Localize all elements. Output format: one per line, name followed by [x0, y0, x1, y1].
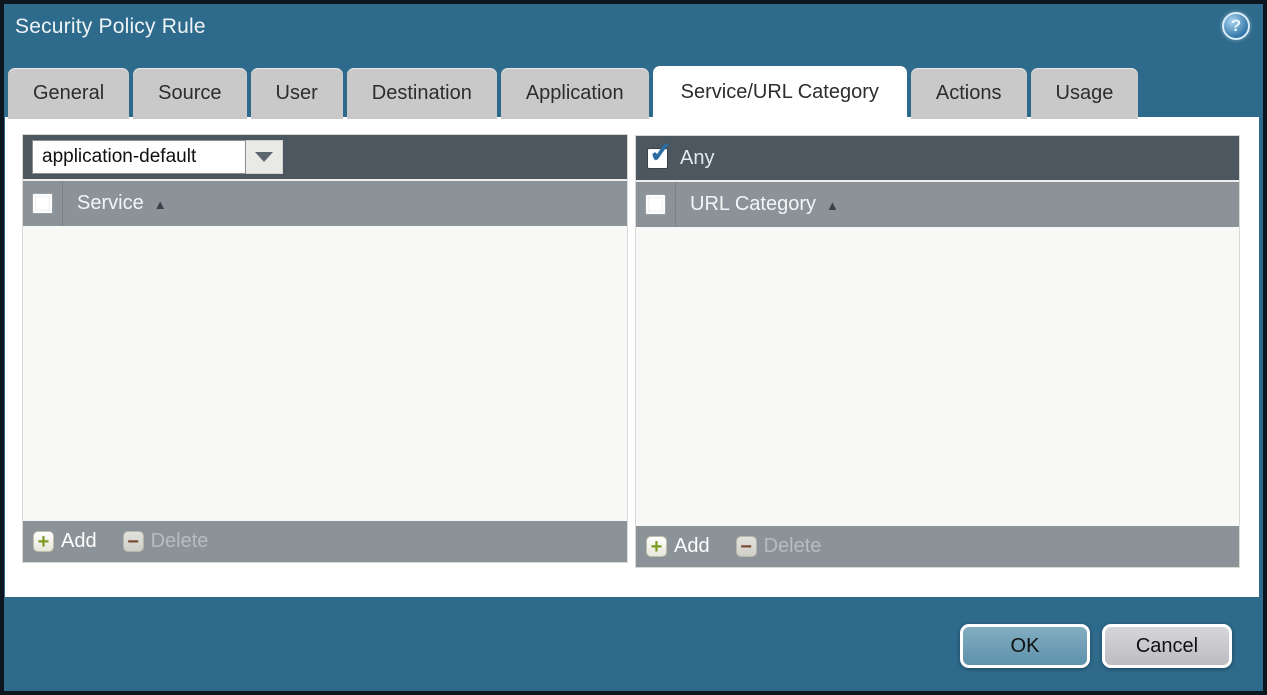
url-category-add-button[interactable]: + Add	[646, 535, 710, 558]
service-column-header[interactable]: Service ▲	[63, 181, 167, 226]
plus-icon: +	[33, 531, 54, 552]
tab-destination[interactable]: Destination	[347, 68, 497, 119]
tab-user[interactable]: User	[251, 68, 343, 119]
service-table-header: Service ▲	[23, 179, 627, 226]
service-footer: + Add − Delete	[23, 521, 627, 562]
service-toolbar: application-default	[23, 135, 627, 179]
url-category-select-all-checkbox[interactable]	[645, 194, 666, 215]
ok-button[interactable]: OK	[960, 624, 1090, 668]
service-panel: application-default Service ▲ +	[22, 134, 628, 563]
add-button-label: Add	[61, 530, 97, 553]
url-category-table-body	[636, 227, 1239, 526]
url-category-delete-button[interactable]: − Delete	[736, 535, 822, 558]
service-select-all-checkbox[interactable]	[32, 193, 53, 214]
tab-application[interactable]: Application	[501, 68, 649, 119]
any-label: Any	[680, 147, 714, 170]
service-column-label: Service	[77, 192, 144, 215]
service-add-button[interactable]: + Add	[33, 530, 97, 553]
cancel-button[interactable]: Cancel	[1102, 624, 1232, 668]
sort-ascending-icon: ▲	[154, 195, 167, 212]
tab-general[interactable]: General	[8, 68, 129, 119]
url-category-column-header[interactable]: URL Category ▲	[676, 182, 839, 227]
sort-ascending-icon: ▲	[826, 196, 839, 213]
url-category-header-checkbox-cell	[636, 182, 676, 227]
service-dropdown-value[interactable]: application-default	[32, 140, 246, 174]
any-checkbox[interactable]: ✓	[647, 148, 668, 169]
question-mark-glyph: ?	[1231, 16, 1241, 36]
add-button-label: Add	[674, 535, 710, 558]
url-category-table-header: URL Category ▲	[636, 180, 1239, 227]
tab-bar: GeneralSourceUserDestinationApplicationS…	[8, 66, 1138, 119]
service-table-body	[23, 226, 627, 521]
url-category-column-label: URL Category	[690, 193, 816, 216]
checkmark-icon: ✓	[649, 136, 672, 169]
content-sheet: application-default Service ▲ +	[5, 117, 1259, 597]
service-dropdown-button[interactable]	[246, 140, 283, 174]
service-delete-button[interactable]: − Delete	[123, 530, 209, 553]
security-policy-rule-dialog: Security Policy Rule ? GeneralSourceUser…	[0, 0, 1267, 695]
chevron-down-icon	[255, 152, 273, 162]
minus-icon: −	[123, 531, 144, 552]
tab-usage[interactable]: Usage	[1031, 68, 1139, 119]
tab-source[interactable]: Source	[133, 68, 246, 119]
dialog-title: Security Policy Rule	[15, 15, 206, 39]
service-header-checkbox-cell	[23, 181, 63, 226]
url-category-footer: + Add − Delete	[636, 526, 1239, 567]
service-dropdown: application-default	[32, 140, 283, 174]
help-icon[interactable]: ?	[1222, 12, 1250, 40]
delete-button-label: Delete	[764, 535, 822, 558]
delete-button-label: Delete	[151, 530, 209, 553]
url-category-panel: ✓ Any URL Category ▲ + Add	[635, 135, 1240, 568]
plus-icon: +	[646, 536, 667, 557]
url-category-toolbar: ✓ Any	[636, 136, 1239, 180]
tab-actions[interactable]: Actions	[911, 68, 1027, 119]
minus-icon: −	[736, 536, 757, 557]
tab-service-url-category[interactable]: Service/URL Category	[653, 66, 907, 119]
